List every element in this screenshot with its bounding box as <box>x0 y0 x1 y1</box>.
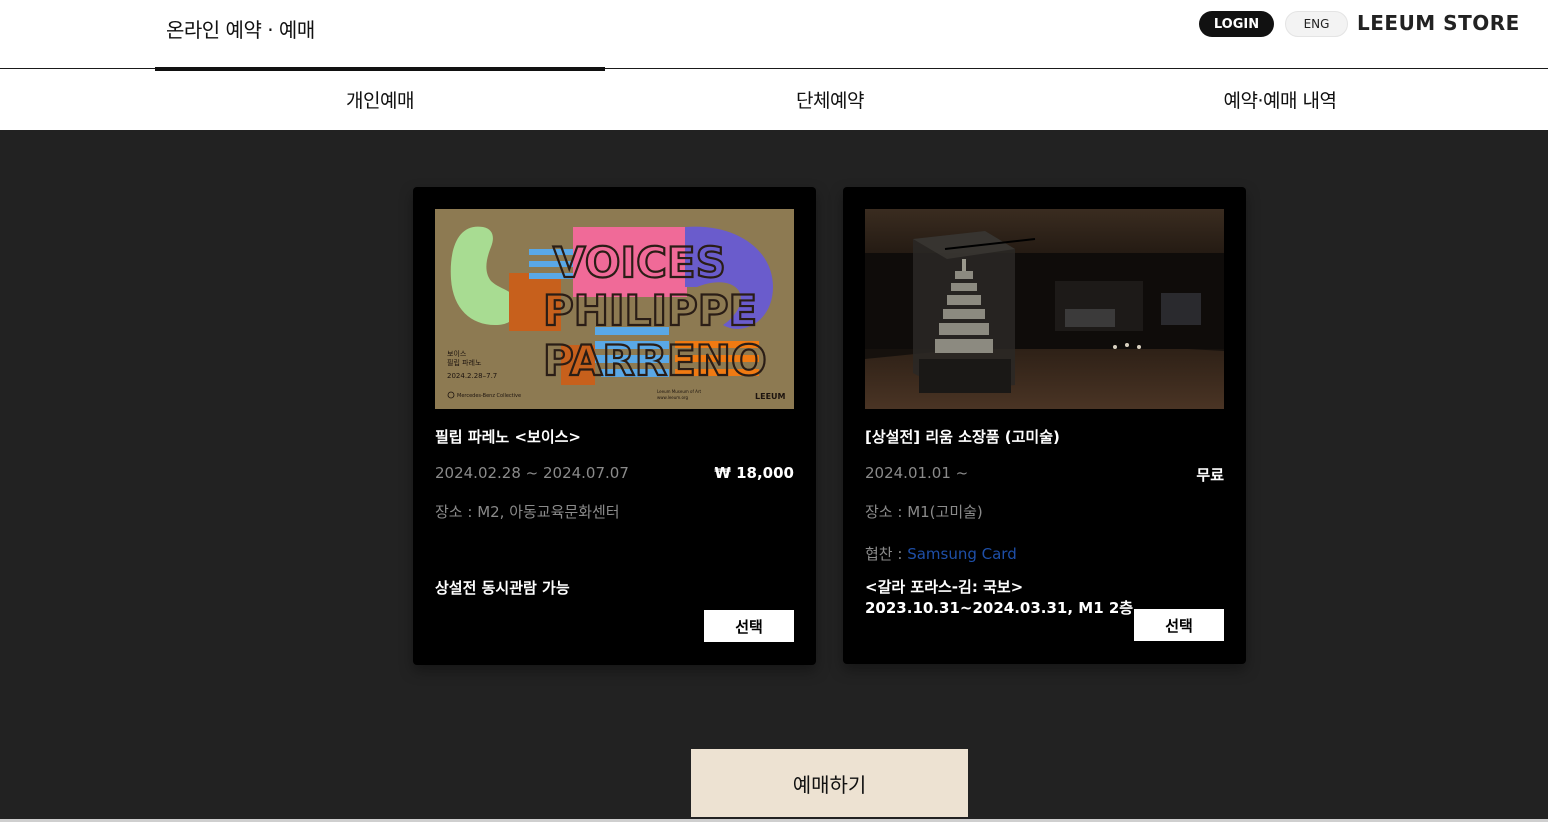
login-button[interactable]: LOGIN <box>1199 11 1274 37</box>
exhibition-venue: 장소 : M1(고미술) <box>865 503 983 521</box>
poster-title-line: PARRENO <box>543 336 767 385</box>
exhibition-price: ₩ 18,000 <box>714 464 794 482</box>
note-line: <갈라 포라스-김: 국보> <box>865 578 1024 596</box>
tab-history[interactable]: 예약·예매 내역 <box>1055 69 1505 130</box>
poster-kr-line: 필립 파레노 <box>447 358 482 367</box>
poster-kr-line: 2024.2.28–7.7 <box>447 372 497 380</box>
poster-kr-line: 보이스 <box>447 349 467 358</box>
exhibition-card[interactable]: [상설전] 리움 소장품 (고미술) 2024.01.01 ~ 무료 장소 : … <box>843 187 1246 664</box>
exhibition-price: 무료 <box>1196 466 1224 484</box>
exhibition-note: <갈라 포라스-김: 국보> 2023.10.31~2024.03.31, M1… <box>865 577 1133 619</box>
poster-museum-line: Leeum Museum of Art <box>657 389 702 394</box>
exhibition-note: 상설전 동시관람 가능 <box>435 579 570 597</box>
select-button[interactable]: 선택 <box>704 610 794 642</box>
voices-poster-image: VOICES PHILIPPE PARRENO 보이스 필립 파레노 2024.… <box>435 209 794 409</box>
exhibition-venue: 장소 : M2, 아동교육문화센터 <box>435 503 620 521</box>
exhibition-sponsor: 협찬 : Samsung Card <box>865 543 1017 564</box>
tab-individual[interactable]: 개인예매 <box>155 67 605 130</box>
exhibition-poster: VOICES PHILIPPE PARRENO 보이스 필립 파레노 2024.… <box>435 209 794 409</box>
leeum-store-link[interactable]: LEEUM STORE <box>1357 11 1520 35</box>
sponsor-name: Samsung Card <box>907 545 1017 563</box>
poster-title-line: VOICES <box>553 238 726 287</box>
exhibition-photo <box>865 209 1224 409</box>
language-button[interactable]: ENG <box>1285 11 1348 37</box>
select-button[interactable]: 선택 <box>1134 609 1224 641</box>
poster-sponsor: Mercedes-Benz Collective <box>457 393 521 399</box>
booking-tabs: 개인예매 단체예약 예약·예매 내역 <box>0 67 1548 130</box>
exhibition-title: [상설전] 리움 소장품 (고미술) <box>865 428 1060 446</box>
poster-logo: LEEUM <box>755 392 786 401</box>
exhibition-card[interactable]: VOICES PHILIPPE PARRENO 보이스 필립 파레노 2024.… <box>413 187 816 665</box>
exhibition-title: 필립 파레노 <보이스> <box>435 428 581 446</box>
sponsor-label: 협찬 : <box>865 545 908 563</box>
poster-title-line: PHILIPPE <box>543 286 757 335</box>
tab-group[interactable]: 단체예약 <box>605 69 1055 130</box>
book-button[interactable]: 예매하기 <box>691 749 968 817</box>
page-title: 온라인 예약 · 예매 <box>166 18 315 42</box>
gallery-photo-image <box>865 209 1224 409</box>
exhibition-date: 2024.02.28 ~ 2024.07.07 <box>435 464 629 482</box>
note-line: 2023.10.31~2024.03.31, M1 2층 <box>865 599 1134 617</box>
exhibition-date: 2024.01.01 ~ <box>865 464 969 482</box>
poster-museum-line: www.leeum.org <box>657 395 688 400</box>
top-bar: 온라인 예약 · 예매 LOGIN ENG LEEUM STORE <box>0 0 1548 69</box>
